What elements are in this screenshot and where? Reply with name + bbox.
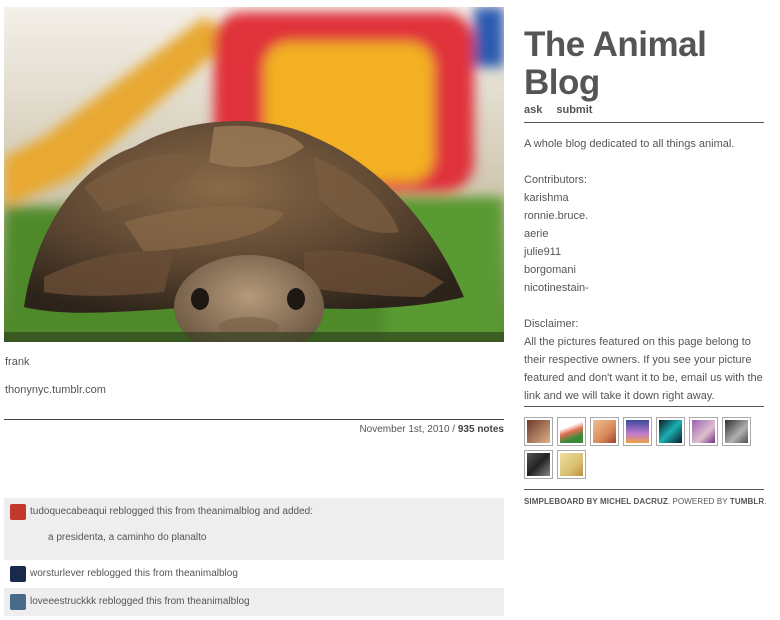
sidebar-divider	[524, 489, 764, 490]
follower-avatar[interactable]	[557, 417, 586, 446]
blog-description: A whole blog dedicated to all things ani…	[524, 138, 735, 150]
follower-avatar[interactable]	[722, 417, 751, 446]
contributor-link[interactable]: karishma	[524, 189, 764, 207]
follower-avatar[interactable]	[656, 417, 685, 446]
follower-avatar[interactable]	[524, 450, 553, 479]
follower-avatar[interactable]	[524, 417, 553, 446]
post-photo[interactable]	[4, 7, 504, 342]
contributor-link[interactable]: julie911	[524, 243, 764, 261]
notes-count-link[interactable]: 935 notes	[458, 424, 504, 435]
contributor-link[interactable]: ronnie.bruce.	[524, 207, 764, 225]
nav-submit-link[interactable]: submit	[556, 104, 592, 116]
credits-end: .	[764, 497, 767, 506]
follower-avatar[interactable]	[590, 417, 619, 446]
credits-separator: . POWERED BY	[667, 497, 730, 506]
note-item: worsturlever reblogged this from theanim…	[4, 560, 504, 588]
following-avatars	[524, 417, 764, 479]
note-added-comment: a presidenta, a caminho do planalto	[48, 532, 207, 543]
disclaimer-heading: Disclaimer:	[524, 318, 579, 330]
tortoise-photo	[4, 7, 504, 342]
caption-source-link[interactable]: thonynyc.tumblr.com	[5, 384, 106, 396]
blog-nav: ask submit	[524, 104, 764, 116]
note-text: loveeestruckkk reblogged this from thean…	[30, 596, 250, 607]
post-date-link[interactable]: November 1st, 2010	[359, 424, 449, 435]
caption-title: frank	[5, 356, 30, 368]
follower-avatar[interactable]	[689, 417, 718, 446]
post-meta: November 1st, 2010 / 935 notes	[359, 424, 504, 435]
note-text: worsturlever reblogged this from theanim…	[30, 568, 238, 579]
contributor-link[interactable]: borgomani	[524, 261, 764, 279]
note-avatar[interactable]	[10, 594, 26, 610]
blog-title-line2: Blog	[524, 63, 600, 102]
theme-credit-link[interactable]: SIMPLEBOARD BY MICHEL DACRUZ	[524, 497, 668, 506]
blog-title[interactable]: The Animal Blog	[524, 26, 764, 102]
sidebar-divider	[524, 122, 764, 123]
sidebar: The Animal Blog ask submit A whole blog d…	[524, 26, 764, 405]
tumblr-link[interactable]: TUMBLR	[730, 497, 764, 506]
contributor-link[interactable]: nicotinestain-	[524, 279, 764, 297]
post-divider	[4, 419, 504, 420]
note-item: tudoquecabeaqui reblogged this from thea…	[4, 498, 504, 560]
follower-avatar[interactable]	[623, 417, 652, 446]
follower-avatar[interactable]	[557, 450, 586, 479]
contributors-section: Contributors: karishma ronnie.bruce. aer…	[524, 171, 764, 297]
theme-credits: SIMPLEBOARD BY MICHEL DACRUZ. POWERED BY…	[524, 497, 767, 506]
disclaimer-text: All the pictures featured on this page b…	[524, 336, 763, 402]
sidebar-divider	[524, 406, 764, 407]
disclaimer-section: Disclaimer: All the pictures featured on…	[524, 315, 764, 405]
notes-list: tudoquecabeaqui reblogged this from thea…	[4, 498, 504, 616]
nav-ask-link[interactable]: ask	[524, 104, 542, 116]
note-text: tudoquecabeaqui reblogged this from thea…	[30, 506, 313, 517]
note-item: loveeestruckkk reblogged this from thean…	[4, 588, 504, 616]
contributor-link[interactable]: aerie	[524, 225, 764, 243]
meta-separator: /	[449, 424, 458, 435]
note-avatar[interactable]	[10, 504, 26, 520]
blog-title-line1: The Animal	[524, 25, 707, 64]
contributors-heading: Contributors:	[524, 174, 587, 186]
note-avatar[interactable]	[10, 566, 26, 582]
